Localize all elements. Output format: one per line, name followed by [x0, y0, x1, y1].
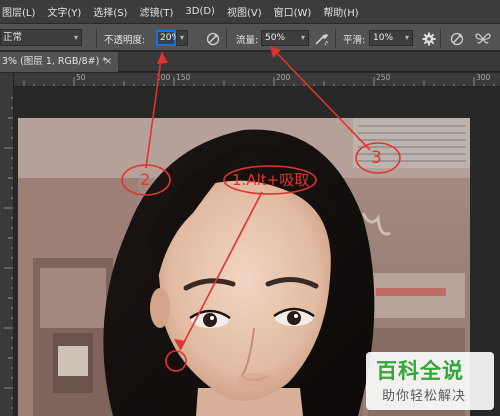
- opacity-input[interactable]: 20%: [156, 30, 180, 46]
- annotation-step-2: 2: [140, 170, 151, 189]
- divider: [440, 28, 441, 48]
- ruler-tick-label: 150: [176, 73, 191, 82]
- opacity-dropdown[interactable]: ▾: [176, 30, 188, 46]
- gear-icon[interactable]: [420, 30, 438, 47]
- divider: [96, 28, 97, 48]
- document-tab-bar: 3% (图层 1, RGB/8#) * ×: [0, 52, 500, 72]
- divider: [226, 28, 227, 48]
- blend-mode-select[interactable]: 正常 ▾: [0, 29, 82, 46]
- smoothing-label: 平滑:: [343, 35, 366, 46]
- ruler-tick-label: 200: [276, 73, 291, 82]
- airbrush-icon[interactable]: [313, 30, 331, 47]
- chevron-down-icon: ▾: [73, 33, 78, 42]
- pressure-opacity-icon[interactable]: [204, 30, 222, 47]
- menu-layer[interactable]: 图层(L): [0, 4, 41, 19]
- divider: [335, 28, 336, 48]
- butterfly-icon[interactable]: [474, 30, 492, 47]
- smoothing-value: 10%: [373, 33, 394, 43]
- watermark-title: 百科全说: [376, 359, 464, 383]
- watermark: 百科全说 助你轻松解决: [366, 352, 494, 410]
- pressure-size-icon[interactable]: [448, 30, 466, 47]
- document-tab[interactable]: 3% (图层 1, RGB/8#) * ×: [0, 52, 118, 72]
- flow-input[interactable]: 50% ▾: [261, 30, 309, 46]
- annotation-step-1: 1.Alt+吸取: [232, 171, 310, 189]
- blend-mode-value: 正常: [3, 32, 23, 43]
- chevron-down-icon: ▾: [300, 33, 305, 42]
- menu-3d[interactable]: 3D(D): [179, 6, 221, 17]
- menu-filter[interactable]: 滤镜(T): [133, 4, 179, 19]
- watermark-subtitle: 助你轻松解决: [382, 389, 467, 404]
- annotation-step-3: 3: [371, 148, 382, 168]
- opacity-label: 不透明度:: [104, 35, 146, 46]
- ruler-horizontal: 50 100 150 200 250 300: [14, 73, 500, 87]
- chevron-down-icon: ▾: [179, 33, 184, 42]
- menu-view[interactable]: 视图(V): [221, 4, 268, 19]
- ruler-tick-label: 50: [76, 73, 86, 82]
- menu-select[interactable]: 选择(S): [87, 4, 133, 19]
- options-bar: 正常 ▾ 不透明度: 20% ▾ 流量: 50% ▾ 平滑: 10% ▾: [0, 23, 500, 51]
- menu-help[interactable]: 帮助(H): [317, 4, 364, 19]
- chevron-down-icon: ▾: [404, 33, 409, 42]
- close-icon[interactable]: ×: [104, 52, 112, 72]
- ruler-vertical: [0, 73, 14, 416]
- menu-type[interactable]: 文字(Y): [41, 4, 87, 19]
- flow-label: 流量:: [236, 35, 259, 46]
- smoothing-input[interactable]: 10% ▾: [369, 30, 413, 46]
- flow-value: 50%: [265, 33, 286, 43]
- menu-window[interactable]: 窗口(W): [268, 4, 318, 19]
- document-tab-title: 3% (图层 1, RGB/8#) *: [2, 56, 108, 67]
- ruler-tick-label: 250: [376, 73, 391, 82]
- ruler-tick-label: 300: [476, 73, 491, 82]
- ruler-tick-label: 100: [156, 73, 171, 82]
- menu-bar: 图层(L) 文字(Y) 选择(S) 滤镜(T) 3D(D) 视图(V) 窗口(W…: [0, 0, 500, 23]
